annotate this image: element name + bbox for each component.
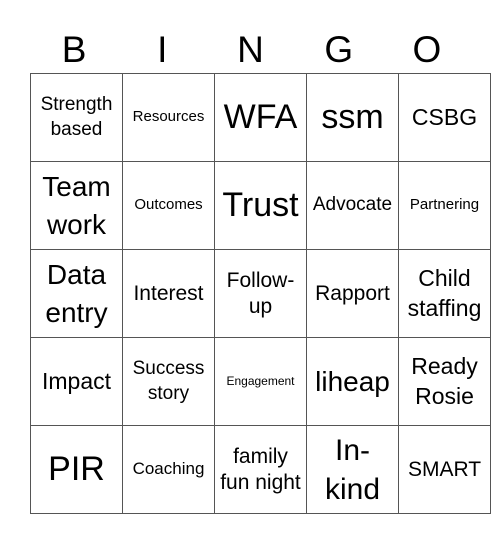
bingo-cell[interactable]: SMART [398, 425, 491, 514]
bingo-header: B I N G O [30, 28, 471, 72]
bingo-cell[interactable]: Team work [30, 161, 123, 250]
header-letter-i: I [157, 29, 168, 70]
header-letter-n: N [237, 29, 264, 70]
bingo-cell[interactable]: Success story [122, 337, 215, 426]
bingo-cell[interactable]: Trust [214, 161, 307, 250]
bingo-cell[interactable]: Coaching [122, 425, 215, 514]
bingo-cell[interactable]: Ready Rosie [398, 337, 491, 426]
bingo-cell[interactable]: liheap [306, 337, 399, 426]
bingo-cell[interactable]: ssm [306, 73, 399, 162]
bingo-grid: Strength based Resources WFA ssm CSBG Te… [30, 73, 491, 514]
bingo-cell[interactable]: Advocate [306, 161, 399, 250]
header-letter-g: G [324, 29, 354, 70]
bingo-cell[interactable]: Outcomes [122, 161, 215, 250]
grid-row: Team work Outcomes Trust Advocate Partne… [30, 161, 491, 250]
header-letter-b: B [61, 29, 87, 70]
bingo-cell[interactable]: Partnering [398, 161, 491, 250]
grid-row: Impact Success story Engagement liheap R… [30, 337, 491, 426]
bingo-cell[interactable]: PIR [30, 425, 123, 514]
bingo-cell[interactable]: Data entry [30, 249, 123, 338]
bingo-cell[interactable]: Resources [122, 73, 215, 162]
bingo-cell[interactable]: Engagement [214, 337, 307, 426]
bingo-cell[interactable]: Impact [30, 337, 123, 426]
header-letter-o: O [412, 29, 442, 70]
bingo-cell[interactable]: In-kind [306, 425, 399, 514]
bingo-cell[interactable]: Child staffing [398, 249, 491, 338]
grid-row: PIR Coaching family fun night In-kind SM… [30, 425, 491, 514]
bingo-cell[interactable]: Interest [122, 249, 215, 338]
bingo-cell[interactable]: Follow-up [214, 249, 307, 338]
grid-row: Data entry Interest Follow-up Rapport Ch… [30, 249, 491, 338]
bingo-cell[interactable]: WFA [214, 73, 307, 162]
grid-row: Strength based Resources WFA ssm CSBG [30, 73, 491, 162]
bingo-cell[interactable]: CSBG [398, 73, 491, 162]
bingo-cell[interactable]: Rapport [306, 249, 399, 338]
bingo-cell[interactable]: family fun night [214, 425, 307, 514]
bingo-cell[interactable]: Strength based [30, 73, 123, 162]
